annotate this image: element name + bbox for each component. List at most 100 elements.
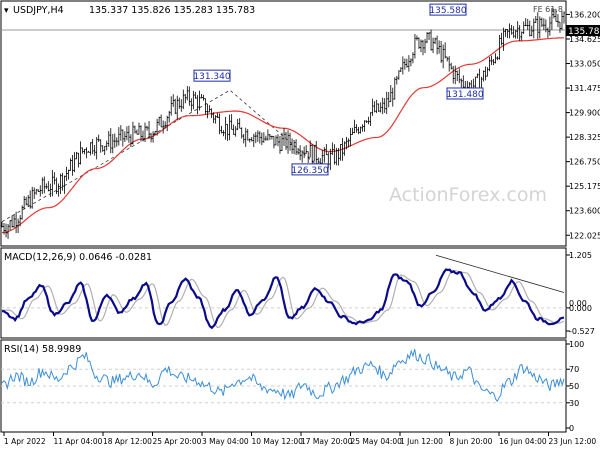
price-bar xyxy=(188,86,191,106)
price-bar xyxy=(405,58,408,68)
price-bar xyxy=(57,183,60,197)
price-bar xyxy=(506,29,509,39)
price-bar xyxy=(119,125,122,141)
price-bar xyxy=(432,37,435,54)
price-bar xyxy=(333,144,336,165)
price-bar xyxy=(69,158,72,171)
fe-level-label: FE 61.8 xyxy=(533,5,563,14)
price-bar xyxy=(299,145,302,161)
price-bar xyxy=(73,152,76,173)
price-bar xyxy=(536,12,539,40)
price-bar xyxy=(168,110,171,123)
price-bar xyxy=(367,116,370,125)
price-bar xyxy=(254,132,257,144)
time-tick-label: 25 Apr 20:00 xyxy=(153,437,202,446)
price-bar xyxy=(206,104,209,119)
current-price-label: 135.783 xyxy=(568,27,600,37)
price-bar xyxy=(323,147,326,163)
price-bar xyxy=(212,112,215,124)
price-bar xyxy=(230,114,233,130)
price-bar xyxy=(305,145,308,154)
price-bar xyxy=(379,102,382,113)
price-bar xyxy=(371,98,374,116)
macd-line xyxy=(2,268,565,330)
price-bar xyxy=(238,118,241,129)
price-bar xyxy=(220,125,223,134)
price-bar xyxy=(202,94,205,101)
price-bar xyxy=(339,144,342,161)
price-bar xyxy=(560,11,563,30)
price-bar xyxy=(63,175,66,194)
price-bar xyxy=(95,137,98,160)
price-bar xyxy=(250,136,253,142)
price-bar xyxy=(373,101,376,113)
price-bar xyxy=(194,92,197,99)
price-bar xyxy=(260,132,263,146)
price-tick-label: 131.475 xyxy=(569,84,600,93)
price-bar xyxy=(351,127,354,135)
price-bar xyxy=(172,94,175,107)
price-annotation: 131.340 xyxy=(193,69,231,82)
usdjpy-chart: ActionForex.com 131.340 126.350 135.580 136… xyxy=(0,0,600,446)
price-bar xyxy=(331,142,334,156)
price-bar xyxy=(99,139,102,153)
price-panel-frame xyxy=(0,0,567,247)
price-bar xyxy=(222,130,225,137)
price-bar xyxy=(31,186,34,209)
svg-text:135.580: 135.580 xyxy=(429,6,466,16)
price-bar xyxy=(276,134,279,147)
price-bar xyxy=(242,134,245,144)
price-bar xyxy=(442,44,445,69)
price-bar xyxy=(419,39,422,53)
price-bar xyxy=(355,124,358,133)
price-bar xyxy=(502,27,505,51)
price-bar xyxy=(458,68,461,84)
price-bar xyxy=(146,125,149,131)
price-bar xyxy=(208,105,211,113)
price-tick-label: 125.175 xyxy=(569,182,600,191)
price-bar xyxy=(85,147,88,159)
price-bar xyxy=(51,169,54,197)
price-bar xyxy=(526,18,529,31)
price-bar xyxy=(484,66,487,81)
price-bar xyxy=(377,103,380,112)
price-bar xyxy=(307,151,310,163)
price-bar xyxy=(369,112,372,127)
price-bar xyxy=(434,37,437,45)
price-bar xyxy=(79,141,82,165)
price-bar xyxy=(315,140,318,165)
price-bar xyxy=(103,145,106,156)
price-bar xyxy=(385,91,388,115)
price-bar xyxy=(532,18,535,39)
price-bar xyxy=(174,98,177,115)
price-bar xyxy=(41,177,44,194)
price-bar xyxy=(236,118,239,131)
price-bar xyxy=(448,56,451,72)
price-bar xyxy=(278,135,281,154)
price-bar xyxy=(424,38,427,54)
price-bar xyxy=(133,125,136,134)
price-tick-label: 128.325 xyxy=(569,133,600,142)
price-bar xyxy=(413,33,416,59)
price-bar xyxy=(216,112,219,119)
price-bar xyxy=(401,56,404,75)
price-bar xyxy=(285,131,288,151)
price-bar xyxy=(33,187,36,199)
price-bar xyxy=(21,205,24,220)
price-bar xyxy=(53,172,56,185)
price-bar xyxy=(365,120,368,123)
price-bar xyxy=(266,129,269,141)
time-tick-label: 1 Apr 2022 xyxy=(4,437,46,446)
price-bar xyxy=(35,188,38,195)
time-tick-label: 25 May 04:00 xyxy=(351,437,403,446)
price-bar xyxy=(224,116,227,140)
price-bar xyxy=(182,89,185,110)
time-tick-label: 18 Apr 12:00 xyxy=(103,437,152,446)
chart-dropdown-icon[interactable]: ▾ xyxy=(4,6,9,16)
price-bar xyxy=(313,144,316,162)
price-bar xyxy=(77,152,80,168)
price-bar xyxy=(101,145,104,152)
price-bar xyxy=(490,55,493,66)
price-bar xyxy=(176,95,179,121)
price-bar xyxy=(148,120,151,139)
